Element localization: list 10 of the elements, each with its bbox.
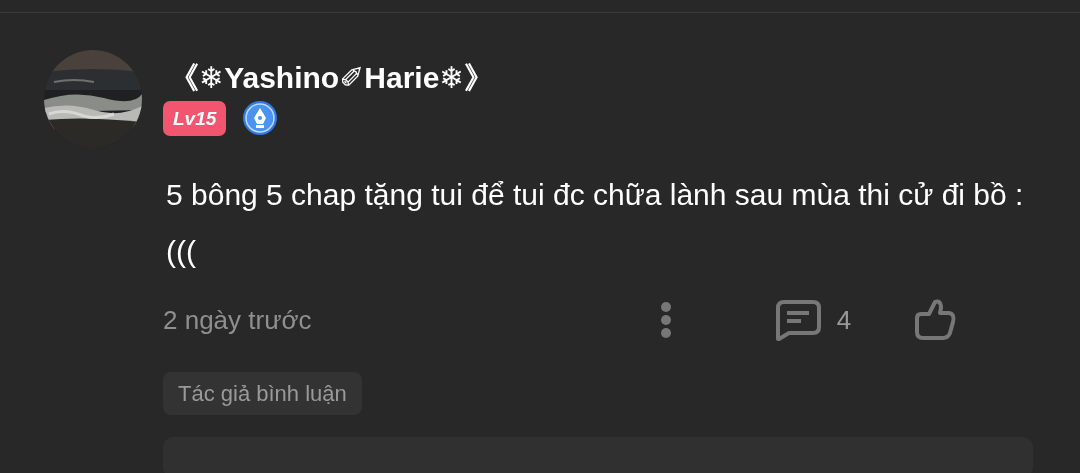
username[interactable]: 《❄Yashino✐Harie❄》 [169,60,1033,96]
thumbs-up-icon[interactable] [913,298,958,342]
author-tag: Tác giả bình luận [163,372,362,415]
comment-icon[interactable] [774,299,821,341]
pen-nib-icon [242,100,279,136]
reply-count: 4 [836,303,852,337]
timestamp: 2 ngày trước [163,303,312,337]
comment-text: 5 bông 5 chap tặng tui để tui đc chữa lành sau mùa thi cử đi bồ :((( [166,177,1025,270]
level-badge: Lv15 [163,100,227,136]
more-options-icon[interactable] [659,301,672,339]
